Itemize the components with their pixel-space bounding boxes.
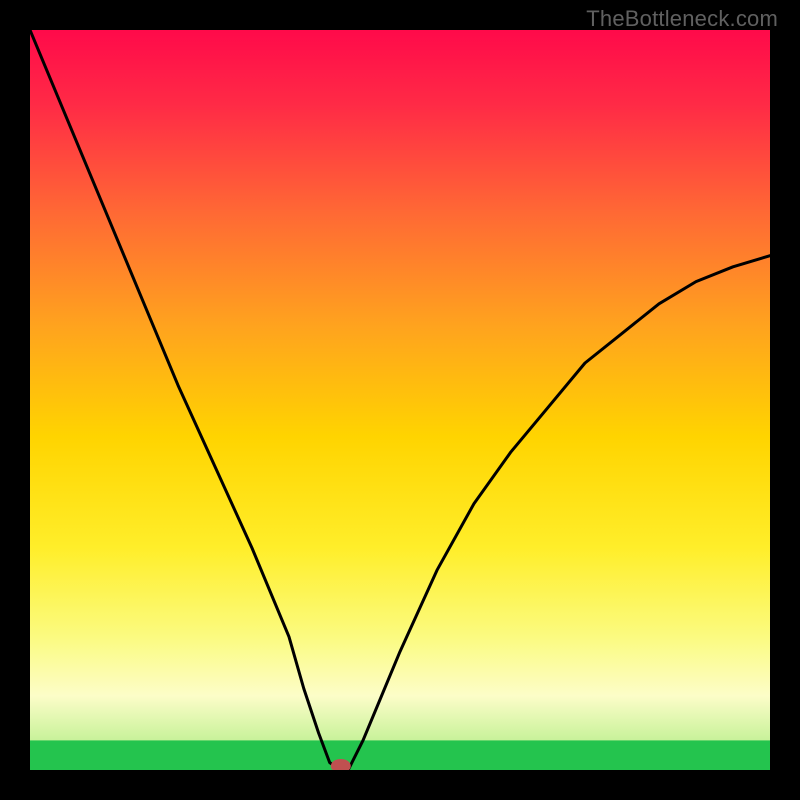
chart-plot	[30, 30, 770, 770]
chart-frame: TheBottleneck.com	[0, 0, 800, 800]
watermark-text: TheBottleneck.com	[586, 6, 778, 32]
green-band	[30, 740, 770, 770]
chart-svg	[30, 30, 770, 770]
gradient-background	[30, 30, 770, 770]
